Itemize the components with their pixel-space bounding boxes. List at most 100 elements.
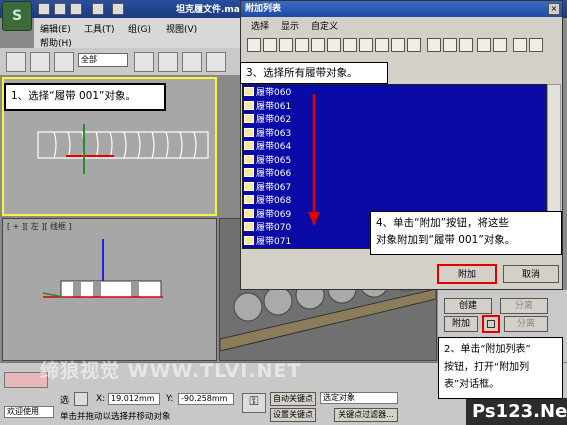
lock-icon[interactable] bbox=[74, 392, 88, 406]
list-item-label: 履带066 bbox=[256, 169, 292, 180]
open-file-icon[interactable] bbox=[54, 3, 66, 15]
select-object-icon[interactable] bbox=[134, 52, 154, 72]
selection-lock-label: 选 bbox=[60, 396, 70, 406]
filter-options-icon[interactable] bbox=[529, 38, 543, 52]
y-coordinate-field[interactable]: -90.258mm bbox=[178, 393, 234, 405]
list-item-label: 履带060 bbox=[256, 88, 292, 99]
object-icon bbox=[244, 208, 254, 218]
object-icon bbox=[244, 141, 254, 151]
list-item[interactable]: 履带063 bbox=[244, 126, 291, 140]
menu-tools[interactable]: 工具(T) bbox=[84, 22, 115, 35]
region-select-icon[interactable] bbox=[182, 52, 202, 72]
filter-bone-icon[interactable] bbox=[375, 38, 389, 52]
undo-toolbar-icon[interactable] bbox=[6, 52, 26, 72]
list-item[interactable]: 履带069 bbox=[244, 207, 291, 221]
document-title: 坦克履文件.ma bbox=[176, 5, 240, 15]
object-icon bbox=[244, 181, 254, 191]
bind-spacewarp-icon[interactable] bbox=[54, 52, 74, 72]
select-all-icon[interactable] bbox=[427, 38, 441, 52]
cancel-button[interactable]: 取消 bbox=[503, 265, 559, 283]
dialog-title: 附加列表 bbox=[241, 1, 562, 17]
annotation-step4-line1: 4、单击“附加”按钮，将这些 bbox=[376, 217, 510, 229]
undo-icon[interactable] bbox=[92, 3, 104, 15]
selection-filter-dropdown[interactable]: 全部 bbox=[78, 53, 128, 67]
filter-light-icon[interactable] bbox=[279, 38, 293, 52]
list-item-label: 履带070 bbox=[256, 223, 292, 234]
filter-container-icon[interactable] bbox=[391, 38, 405, 52]
app-logo[interactable]: S bbox=[2, 1, 32, 31]
x-label: X: bbox=[96, 394, 106, 404]
list-item-label: 履带067 bbox=[256, 182, 292, 193]
dialog-menu-display[interactable]: 显示 bbox=[281, 19, 299, 32]
list-item[interactable]: 履带064 bbox=[244, 139, 291, 153]
list-icon bbox=[487, 320, 495, 328]
filter-xref-icon[interactable] bbox=[359, 38, 373, 52]
filter-geometry-icon[interactable] bbox=[247, 38, 261, 52]
create-button[interactable]: 创建 bbox=[444, 298, 492, 314]
annotation-step3: 3、选择所有履带对象。 bbox=[240, 62, 388, 84]
detach-button[interactable]: 分离 bbox=[500, 298, 548, 314]
close-icon[interactable]: × bbox=[548, 3, 560, 15]
object-icon bbox=[244, 154, 254, 164]
list-item[interactable]: 履带067 bbox=[244, 180, 291, 194]
object-icon bbox=[244, 87, 254, 97]
list-item-label: 履带069 bbox=[256, 209, 292, 220]
annotation-step4: 4、单击“附加”按钮，将这些 对象附加到“履带 001”对象。 bbox=[370, 211, 562, 255]
split-button[interactable]: 分离 bbox=[504, 316, 548, 332]
annotation-step2-line1: 2、单击“附加列表” bbox=[444, 344, 531, 355]
display-children-icon[interactable] bbox=[477, 38, 491, 52]
attach-panel-button[interactable]: 附加 bbox=[444, 316, 478, 332]
filter-group-icon[interactable] bbox=[343, 38, 357, 52]
y-label: Y: bbox=[166, 394, 174, 404]
window-crossing-icon[interactable] bbox=[206, 52, 226, 72]
annotation-step4-line2: 对象附加到“履带 001”对象。 bbox=[376, 234, 516, 246]
list-item-label: 履带061 bbox=[256, 101, 292, 112]
list-item[interactable]: 履带070 bbox=[244, 220, 291, 234]
object-icon bbox=[244, 195, 254, 205]
attach-list-button[interactable] bbox=[482, 315, 500, 333]
list-item[interactable]: 履带061 bbox=[244, 99, 291, 113]
object-icon bbox=[244, 100, 254, 110]
list-item-label: 履带063 bbox=[256, 128, 292, 139]
menu-edit[interactable]: 编辑(E) bbox=[40, 22, 71, 35]
key-icon[interactable]: ⚿ bbox=[242, 393, 266, 413]
list-item-label: 履带065 bbox=[256, 155, 292, 166]
filter-camera-icon[interactable] bbox=[295, 38, 309, 52]
list-item-label: 履带071 bbox=[256, 236, 292, 247]
filter-helper-icon[interactable] bbox=[311, 38, 325, 52]
list-item[interactable]: 履带065 bbox=[244, 153, 291, 167]
select-invert-icon[interactable] bbox=[459, 38, 473, 52]
link-icon[interactable] bbox=[30, 52, 50, 72]
track-wireframe-left bbox=[42, 239, 163, 298]
selected-object-dropdown[interactable]: 选定对象 bbox=[320, 392, 398, 404]
autokey-button[interactable]: 自动关键点 bbox=[270, 392, 316, 406]
dialog-menu-select[interactable]: 选择 bbox=[251, 19, 269, 32]
redo-icon[interactable] bbox=[112, 3, 124, 15]
select-none-icon[interactable] bbox=[443, 38, 457, 52]
list-item[interactable]: 履带068 bbox=[244, 193, 291, 207]
list-item[interactable]: 履带071 bbox=[244, 234, 291, 248]
x-coordinate-field[interactable]: 19.012mm bbox=[108, 393, 160, 405]
list-item[interactable]: 履带060 bbox=[244, 85, 291, 99]
save-file-icon[interactable] bbox=[70, 3, 82, 15]
menu-view[interactable]: 视图(V) bbox=[166, 22, 197, 35]
dialog-menu-customize[interactable]: 自定义 bbox=[311, 19, 338, 32]
filter-shape-icon[interactable] bbox=[263, 38, 277, 52]
menu-group[interactable]: 组(G) bbox=[128, 22, 151, 35]
attach-button[interactable]: 附加 bbox=[437, 264, 497, 284]
watermark: 缔狼视觉 WWW.TLVI.NET bbox=[40, 360, 302, 382]
set-key-button[interactable]: 设置关键点 bbox=[270, 408, 316, 422]
filter-spacewarp-icon[interactable] bbox=[327, 38, 341, 52]
brand-logo: Ps123.Net bbox=[472, 401, 567, 422]
object-icon bbox=[244, 235, 254, 245]
key-filters-button[interactable]: 关键点过滤器... bbox=[334, 408, 398, 422]
filter-frozen-icon[interactable] bbox=[407, 38, 421, 52]
new-file-icon[interactable] bbox=[38, 3, 50, 15]
display-influences-icon[interactable] bbox=[493, 38, 507, 52]
select-by-name-icon[interactable] bbox=[158, 52, 178, 72]
list-item[interactable]: 履带062 bbox=[244, 112, 291, 126]
object-icon bbox=[244, 114, 254, 124]
viewport-left[interactable]: [ + ][ 左 ][ 线框 ] bbox=[2, 218, 217, 361]
filter-funnel-icon[interactable] bbox=[513, 38, 527, 52]
list-item[interactable]: 履带066 bbox=[244, 166, 291, 180]
